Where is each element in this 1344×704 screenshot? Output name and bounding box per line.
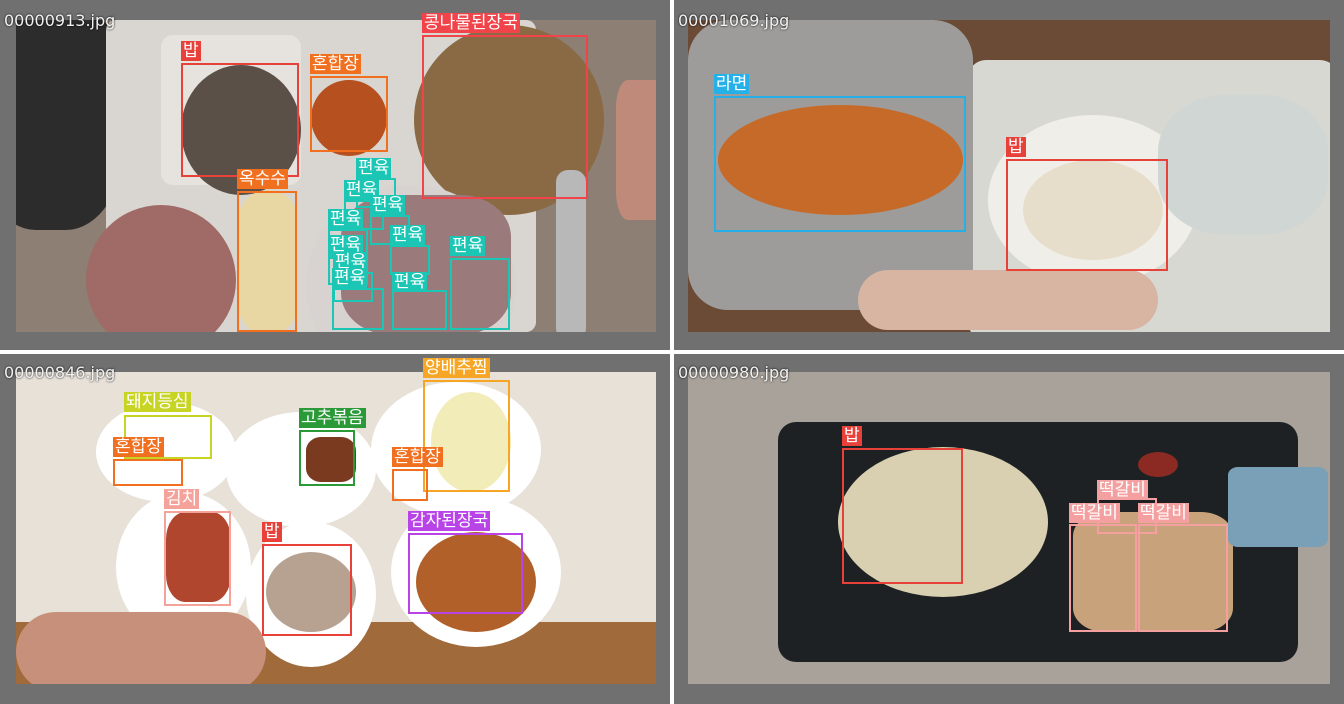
image-filename: 00001069.jpg bbox=[678, 11, 790, 30]
detection-label: 편육 bbox=[370, 195, 406, 215]
detection-label: 떡갈비 bbox=[1138, 503, 1189, 523]
image-filename: 00000846.jpg bbox=[4, 363, 116, 382]
detection-label: 돼지등심 bbox=[124, 392, 191, 412]
detection-box bbox=[392, 469, 428, 501]
detection-label: 밥 bbox=[842, 426, 862, 446]
detection-box bbox=[310, 76, 388, 152]
image-filename: 00000980.jpg bbox=[678, 363, 790, 382]
detection-label: 혼합장 bbox=[392, 447, 443, 467]
detection-label: 고추볶음 bbox=[299, 408, 366, 428]
detection-label: 편육 bbox=[450, 236, 486, 256]
detection-box bbox=[842, 448, 963, 584]
detection-label: 라면 bbox=[714, 74, 750, 94]
detection-label: 편육 bbox=[390, 225, 426, 245]
detection-label: 혼합장 bbox=[113, 437, 164, 457]
detection-box bbox=[1006, 159, 1168, 271]
detection-label: 밥 bbox=[181, 41, 201, 61]
image-filename: 00000913.jpg bbox=[4, 11, 116, 30]
detection-label: 혼합장 bbox=[310, 54, 361, 74]
detection-label: 편육 bbox=[328, 209, 364, 229]
detection-box bbox=[1069, 524, 1137, 632]
detection-label: 김치 bbox=[164, 489, 200, 509]
detection-box bbox=[408, 533, 523, 614]
detection-box bbox=[181, 63, 299, 177]
detection-box bbox=[714, 96, 966, 232]
detection-box bbox=[450, 258, 510, 330]
detection-label: 감자된장국 bbox=[408, 511, 491, 531]
detection-label: 콩나물된장국 bbox=[422, 13, 520, 33]
image-panel: 00000846.jpg bbox=[0, 354, 670, 704]
detection-box bbox=[113, 459, 183, 486]
food-photo bbox=[688, 372, 1330, 684]
detection-label: 편육 bbox=[392, 272, 428, 292]
detection-box bbox=[262, 544, 352, 636]
detection-box bbox=[390, 245, 430, 275]
detection-box bbox=[422, 35, 588, 199]
detection-box bbox=[423, 380, 510, 492]
detection-label: 밥 bbox=[262, 522, 282, 542]
detection-box bbox=[1138, 524, 1228, 632]
image-panel: 00000980.jpg bbox=[674, 354, 1344, 704]
detection-label: 떡갈비 bbox=[1069, 503, 1120, 523]
detection-box bbox=[332, 288, 384, 330]
detection-label: 편육 bbox=[332, 268, 368, 288]
detection-box bbox=[237, 191, 297, 332]
detection-label: 옥수수 bbox=[237, 169, 288, 189]
detection-box bbox=[299, 430, 355, 486]
detection-label: 밥 bbox=[1006, 137, 1026, 157]
detection-label: 양배추찜 bbox=[423, 358, 490, 378]
detection-box bbox=[392, 290, 447, 330]
detection-box bbox=[164, 511, 231, 606]
detection-label: 떡갈비 bbox=[1097, 480, 1148, 500]
detection-label: 편육 bbox=[356, 158, 392, 178]
